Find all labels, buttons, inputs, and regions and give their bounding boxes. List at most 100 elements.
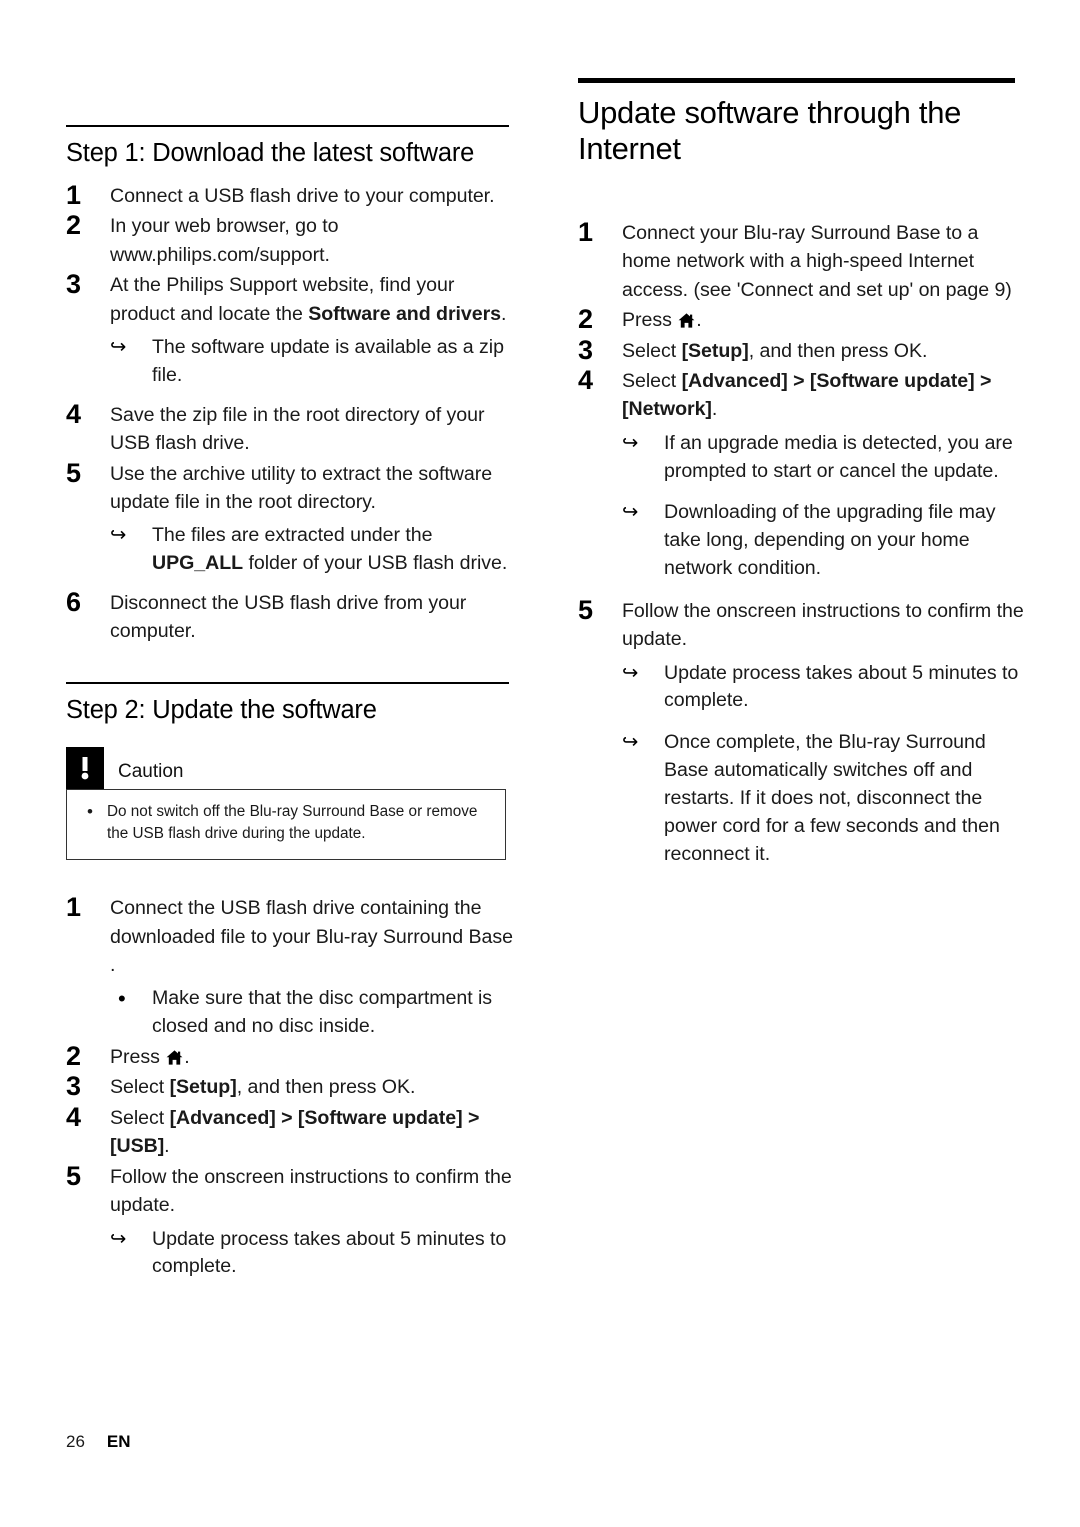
step1-heading: Step 1: Download the latest software xyxy=(66,139,475,167)
step-text-tail: . xyxy=(696,309,702,332)
arrow-icon: ↪ xyxy=(622,661,639,684)
subnote-text: Downloading of the upgrading file may ta… xyxy=(664,501,996,579)
step-number: 3 xyxy=(66,1071,81,1102)
caution-bullet-list: • Do not switch off the Blu-ray Surround… xyxy=(81,801,491,845)
list-item: ↪ Update process takes about 5 minutes t… xyxy=(110,1226,514,1282)
step-number: 4 xyxy=(66,1101,81,1132)
step-text-tail: . xyxy=(501,302,507,325)
step-number: 4 xyxy=(66,398,81,429)
page-language: EN xyxy=(106,1432,131,1451)
subnote-list: ↪ The files are extracted under the UPG_… xyxy=(110,522,514,578)
subnote-text: Make sure that the disc compartment is c… xyxy=(152,987,493,1038)
subnote-list: ↪ Update process takes about 5 minutes t… xyxy=(622,660,1026,869)
step-text: Connect your Blu-ray Surround Base to a … xyxy=(622,221,1012,301)
list-item: 1 Connect the USB flash drive containing… xyxy=(66,892,514,1041)
step1-list: 1 Connect a USB flash drive to your comp… xyxy=(66,180,514,646)
caution-text: Do not switch off the Blu-ray Surround B… xyxy=(107,802,478,843)
step-text: Connect the USB flash drive containing t… xyxy=(110,897,513,977)
step-number: 1 xyxy=(578,216,593,247)
step-number: 2 xyxy=(66,210,81,241)
list-item: 5 Use the archive utility to extract the… xyxy=(66,457,514,578)
subnote-text-tail: folder of your USB flash drive. xyxy=(243,552,508,575)
list-item: 6 Disconnect the USB flash drive from yo… xyxy=(66,587,514,646)
caution-box: Caution • Do not switch off the Blu-ray … xyxy=(66,746,506,861)
step-text-tail: . xyxy=(184,1046,190,1069)
list-item: • Do not switch off the Blu-ray Surround… xyxy=(81,801,491,845)
list-item: 2 Press . xyxy=(578,304,1026,335)
page-title: Update software through the Internet xyxy=(578,95,962,166)
arrow-icon: ↪ xyxy=(622,431,639,454)
right-column: Update software through the Internet 1 C… xyxy=(578,78,1026,868)
list-item: ↪ Once complete, the Blu-ray Surround Ba… xyxy=(622,729,1026,868)
subnote-list: • Make sure that the disc compartment is… xyxy=(110,985,514,1041)
step-number: 3 xyxy=(66,269,81,300)
step-text-emphasis: [Setup] xyxy=(681,339,749,362)
list-item: 5 Follow the onscreen instructions to co… xyxy=(578,594,1026,869)
arrow-icon: ↪ xyxy=(110,1227,127,1250)
bullet-icon: • xyxy=(87,801,93,821)
list-item: ↪ Update process takes about 5 minutes t… xyxy=(622,660,1026,716)
step-text-tail: . xyxy=(711,398,718,421)
step-number: 5 xyxy=(578,594,593,625)
list-item: ↪ Downloading of the upgrading file may … xyxy=(622,499,1026,582)
list-item: 4 Select [Advanced] > [Software update] … xyxy=(66,1101,514,1161)
arrow-icon: ↪ xyxy=(110,524,127,547)
list-item: • Make sure that the disc compartment is… xyxy=(110,985,514,1041)
step-text: Use the archive utility to extract the s… xyxy=(110,462,493,513)
step-text-emphasis: [Setup] xyxy=(169,1076,237,1099)
step-number: 5 xyxy=(66,1160,81,1191)
step-text: Save the zip file in the root directory … xyxy=(110,403,485,455)
exclamation-icon xyxy=(66,746,104,789)
page-number: 26 xyxy=(66,1432,85,1451)
step-text: Press xyxy=(622,309,678,332)
bullet-icon: • xyxy=(118,986,126,1012)
list-item: 2 In your web browser, go to www.philips… xyxy=(66,210,514,269)
caution-title: Caution xyxy=(118,760,184,782)
step-text: Follow the onscreen instructions to conf… xyxy=(110,1165,512,1217)
subnote-emphasis: UPG_ALL xyxy=(152,552,244,575)
manual-page: Step 1: Download the latest software 1 C… xyxy=(0,0,1080,1527)
step-number: 1 xyxy=(66,892,81,923)
list-item: 5 Follow the onscreen instructions to co… xyxy=(66,1160,514,1282)
caution-header: Caution xyxy=(66,746,506,789)
step-number: 5 xyxy=(66,457,81,488)
list-item: 4 Save the zip file in the root director… xyxy=(66,398,514,458)
step-text: Select xyxy=(622,339,682,362)
page-footer: 26 EN xyxy=(66,1432,131,1452)
list-item: 3 Select [Setup], and then press OK. xyxy=(66,1071,514,1102)
list-item: 1 Connect a USB flash drive to your comp… xyxy=(66,180,514,210)
subnote-list: ↪ If an upgrade media is detected, you a… xyxy=(622,430,1026,583)
subnote-text: The software update is available as a zi… xyxy=(152,336,504,386)
list-item: 3 At the Philips Support website, find y… xyxy=(66,269,514,390)
home-icon xyxy=(678,313,695,328)
subnote-text: Update process takes about 5 minutes to … xyxy=(152,1227,507,1278)
section-rule-step2 xyxy=(66,681,509,684)
step-text: Select xyxy=(110,1076,170,1099)
subnote-list: ↪ Update process takes about 5 minutes t… xyxy=(110,1226,514,1282)
arrow-icon: ↪ xyxy=(110,336,127,359)
step-text-tail: . xyxy=(164,1135,170,1158)
step-text: Connect a USB flash drive to your comput… xyxy=(110,185,495,208)
step-number: 2 xyxy=(66,1041,81,1072)
home-icon xyxy=(166,1050,183,1065)
subnote-list: ↪ The software update is available as a … xyxy=(110,334,514,390)
step2-heading: Step 2: Update the software xyxy=(66,695,377,724)
list-item: 2 Press . xyxy=(66,1041,514,1072)
list-item: ↪ The files are extracted under the UPG_… xyxy=(110,522,514,578)
list-item: ↪ The software update is available as a … xyxy=(110,334,514,390)
step-text-tail: , and then press OK. xyxy=(748,339,928,362)
internet-update-list: 1 Connect your Blu-ray Surround Base to … xyxy=(578,216,1026,869)
subnote-text: The files are extracted under the xyxy=(152,524,433,547)
list-item: 4 Select [Advanced] > [Software update] … xyxy=(578,364,1026,583)
list-item: 3 Select [Setup], and then press OK. xyxy=(578,335,1026,365)
step-text-emphasis: Software and drivers xyxy=(308,302,502,325)
step-number: 2 xyxy=(578,304,593,335)
arrow-icon: ↪ xyxy=(622,731,639,754)
arrow-icon: ↪ xyxy=(622,501,639,524)
step-text: Select xyxy=(110,1106,170,1129)
step-text: In your web browser, go to www.philips.c… xyxy=(110,215,339,266)
step-number: 4 xyxy=(578,364,593,395)
step-text-tail: , and then press OK. xyxy=(236,1076,416,1099)
step-text: Press xyxy=(110,1046,166,1069)
step2-list: 1 Connect the USB flash drive containing… xyxy=(66,892,514,1282)
